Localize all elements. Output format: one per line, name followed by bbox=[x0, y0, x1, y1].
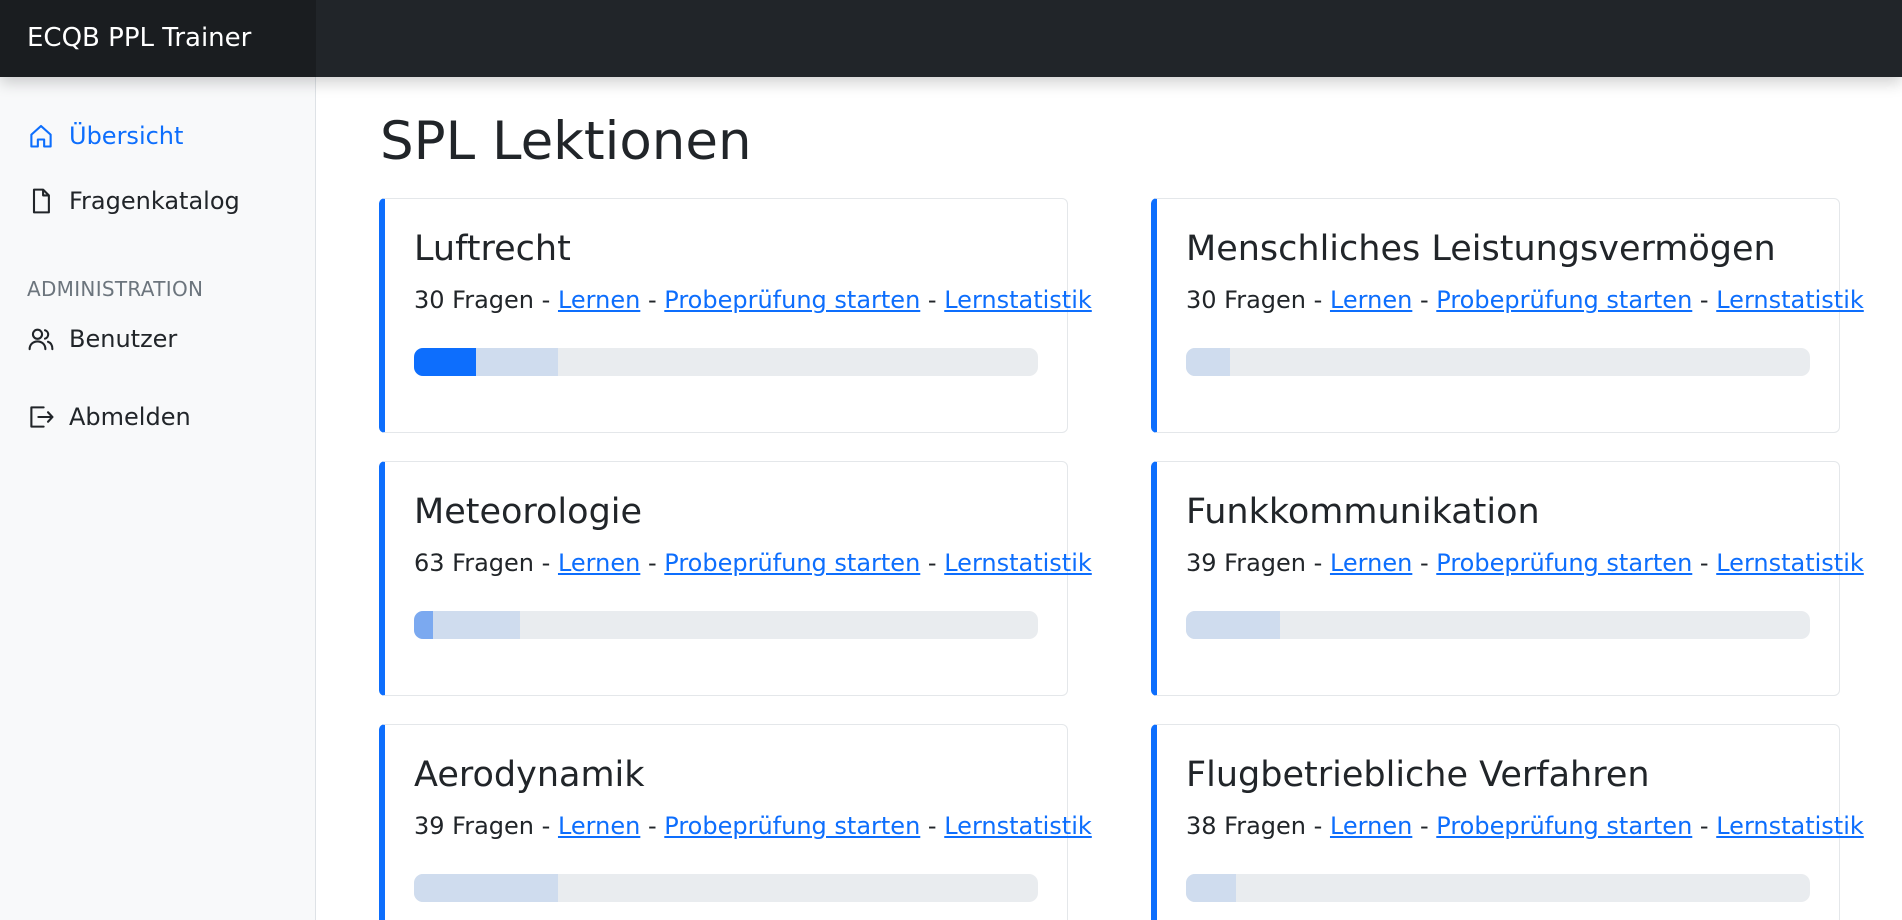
lesson-title: Luftrecht bbox=[414, 229, 571, 269]
lesson-meta: 39 Fragen - Lernen - Probeprüfung starte… bbox=[414, 812, 1092, 840]
progress-seen bbox=[1186, 874, 1236, 902]
statistics-link[interactable]: Lernstatistik bbox=[944, 549, 1092, 577]
home-icon bbox=[27, 122, 55, 150]
separator: - bbox=[647, 286, 657, 314]
sidebar-item-uebersicht[interactable]: Übersicht bbox=[27, 116, 183, 156]
separator: - bbox=[647, 812, 657, 840]
sidebar-item-label: Übersicht bbox=[69, 122, 184, 150]
question-count: 30 Fragen bbox=[1186, 286, 1307, 314]
lesson-meta: 39 Fragen - Lernen - Probeprüfung starte… bbox=[1186, 549, 1864, 577]
lesson-meta: 63 Fragen - Lernen - Probeprüfung starte… bbox=[414, 549, 1092, 577]
lesson-card-flugbetriebliche-verfahren: Flugbetriebliche Verfahren 38 Fragen - L… bbox=[1151, 724, 1864, 920]
progress-partial bbox=[414, 611, 433, 639]
lesson-progress-bar bbox=[1186, 348, 1810, 376]
sidebar-item-abmelden[interactable]: Abmelden bbox=[27, 397, 191, 437]
practice-exam-link[interactable]: Probeprüfung starten bbox=[664, 549, 920, 577]
statistics-link[interactable]: Lernstatistik bbox=[1716, 812, 1864, 840]
sidebar-item-fragenkatalog[interactable]: Fragenkatalog bbox=[27, 181, 240, 221]
lesson-title: Flugbetriebliche Verfahren bbox=[1186, 755, 1650, 795]
sidebar-item-benutzer[interactable]: Benutzer bbox=[27, 319, 177, 359]
document-icon bbox=[27, 187, 55, 215]
lesson-progress-bar bbox=[1186, 874, 1810, 902]
progress-learned bbox=[414, 348, 477, 376]
lesson-title: Funkkommunikation bbox=[1186, 492, 1540, 532]
lesson-progress-bar bbox=[414, 611, 1038, 639]
practice-exam-link[interactable]: Probeprüfung starten bbox=[664, 286, 920, 314]
sidebar-heading-administration: ADMINISTRATION bbox=[27, 277, 204, 301]
sidebar-item-label: Abmelden bbox=[69, 403, 191, 431]
app-brand[interactable]: ECQB PPL Trainer bbox=[0, 0, 316, 77]
separator: - bbox=[1313, 549, 1323, 577]
learn-link[interactable]: Lernen bbox=[558, 549, 640, 577]
separator: - bbox=[1699, 549, 1709, 577]
statistics-link[interactable]: Lernstatistik bbox=[944, 812, 1092, 840]
statistics-link[interactable]: Lernstatistik bbox=[1716, 549, 1864, 577]
lesson-card-funkkommunikation: Funkkommunikation 39 Fragen - Lernen - P… bbox=[1151, 461, 1864, 696]
learn-link[interactable]: Lernen bbox=[558, 286, 640, 314]
progress-seen bbox=[414, 874, 558, 902]
practice-exam-link[interactable]: Probeprüfung starten bbox=[1436, 286, 1692, 314]
learn-link[interactable]: Lernen bbox=[558, 812, 640, 840]
statistics-link[interactable]: Lernstatistik bbox=[944, 286, 1092, 314]
question-count: 30 Fragen bbox=[414, 286, 535, 314]
separator: - bbox=[647, 549, 657, 577]
question-count: 39 Fragen bbox=[1186, 549, 1307, 577]
sidebar-item-label: Benutzer bbox=[69, 325, 178, 353]
separator: - bbox=[1313, 812, 1323, 840]
lesson-progress-bar bbox=[414, 874, 1038, 902]
progress-seen bbox=[1186, 611, 1280, 639]
separator: - bbox=[1419, 549, 1429, 577]
sidebar-item-label: Fragenkatalog bbox=[69, 187, 240, 215]
separator: - bbox=[541, 812, 551, 840]
logout-icon bbox=[27, 403, 55, 431]
lesson-title: Meteorologie bbox=[414, 492, 643, 532]
progress-seen bbox=[1186, 348, 1230, 376]
lesson-meta: 30 Fragen - Lernen - Probeprüfung starte… bbox=[414, 286, 1092, 314]
separator: - bbox=[541, 549, 551, 577]
question-count: 63 Fragen bbox=[414, 549, 535, 577]
progress-seen bbox=[476, 348, 558, 376]
learn-link[interactable]: Lernen bbox=[1330, 549, 1412, 577]
separator: - bbox=[1419, 286, 1429, 314]
progress-seen bbox=[432, 611, 521, 639]
separator: - bbox=[1699, 286, 1709, 314]
separator: - bbox=[541, 286, 551, 314]
lesson-card-menschliches-leistungsvermoegen: Menschliches Leistungsvermögen 30 Fragen… bbox=[1151, 198, 1864, 433]
separator: - bbox=[927, 549, 937, 577]
separator: - bbox=[1419, 812, 1429, 840]
sidebar: Übersicht Fragenkatalog ADMINISTRATION B… bbox=[0, 77, 316, 920]
users-icon bbox=[27, 325, 55, 353]
lesson-card-meteorologie: Meteorologie 63 Fragen - Lernen - Probep… bbox=[379, 461, 1092, 696]
lesson-meta: 30 Fragen - Lernen - Probeprüfung starte… bbox=[1186, 286, 1864, 314]
separator: - bbox=[927, 286, 937, 314]
learn-link[interactable]: Lernen bbox=[1330, 812, 1412, 840]
lesson-progress-bar bbox=[414, 348, 1038, 376]
top-navbar: ECQB PPL Trainer bbox=[0, 0, 1902, 77]
separator: - bbox=[1699, 812, 1709, 840]
lesson-title: Aerodynamik bbox=[414, 755, 645, 795]
page-title: SPL Lektionen bbox=[380, 111, 752, 172]
lesson-title: Menschliches Leistungsvermögen bbox=[1186, 229, 1776, 269]
separator: - bbox=[927, 812, 937, 840]
separator: - bbox=[1313, 286, 1323, 314]
lesson-card-luftrecht: Luftrecht 30 Fragen - Lernen - Probeprüf… bbox=[379, 198, 1092, 433]
lesson-progress-bar bbox=[1186, 611, 1810, 639]
practice-exam-link[interactable]: Probeprüfung starten bbox=[1436, 812, 1692, 840]
question-count: 38 Fragen bbox=[1186, 812, 1307, 840]
main-content: SPL Lektionen Luftrecht 30 Fragen - Lern… bbox=[317, 77, 1902, 920]
lesson-card-aerodynamik: Aerodynamik 39 Fragen - Lernen - Probepr… bbox=[379, 724, 1092, 920]
statistics-link[interactable]: Lernstatistik bbox=[1716, 286, 1864, 314]
question-count: 39 Fragen bbox=[414, 812, 535, 840]
practice-exam-link[interactable]: Probeprüfung starten bbox=[1436, 549, 1692, 577]
lesson-meta: 38 Fragen - Lernen - Probeprüfung starte… bbox=[1186, 812, 1864, 840]
learn-link[interactable]: Lernen bbox=[1330, 286, 1412, 314]
practice-exam-link[interactable]: Probeprüfung starten bbox=[664, 812, 920, 840]
